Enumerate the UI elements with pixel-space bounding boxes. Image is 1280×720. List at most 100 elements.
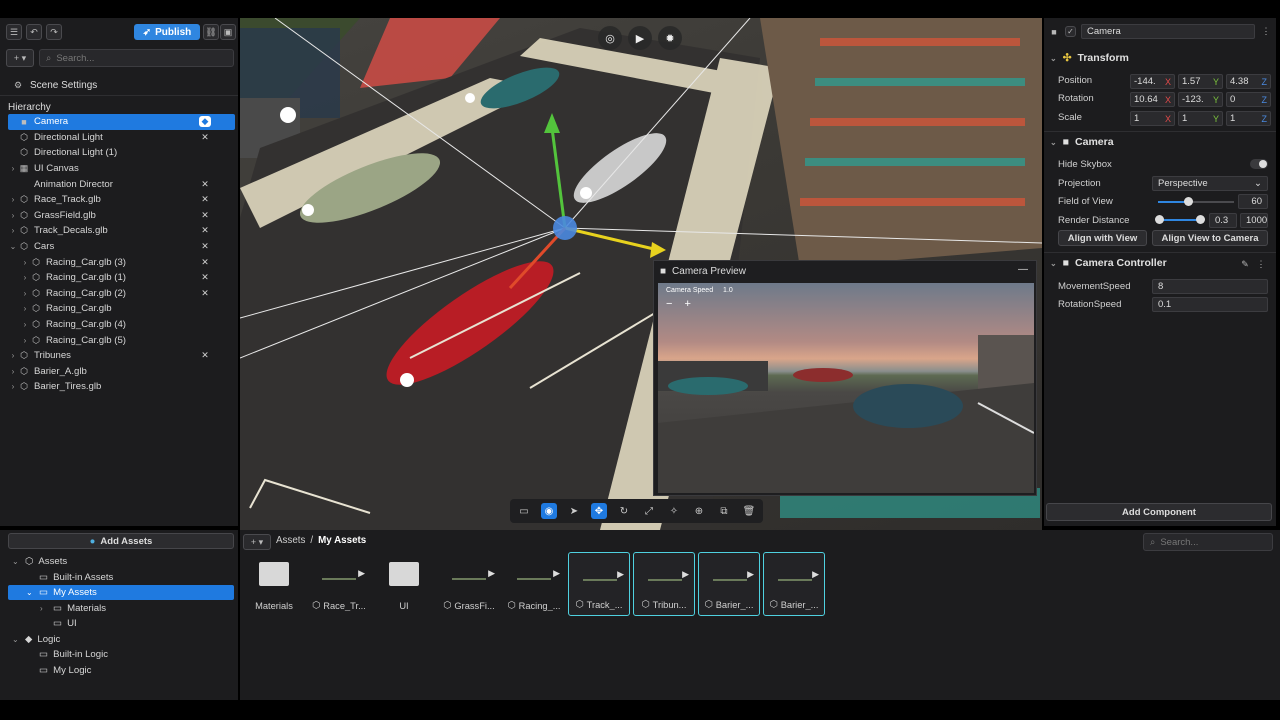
- asset-tree-item[interactable]: ▭ UI: [8, 616, 234, 631]
- asset-tile[interactable]: ▶ ⬡ GrassFi...: [438, 552, 500, 616]
- fov-slider-handle[interactable]: [1184, 197, 1193, 206]
- animation-icon[interactable]: ✕: [199, 288, 211, 299]
- preview-play-icon[interactable]: ▶: [682, 569, 689, 580]
- hide-skybox-toggle[interactable]: [1250, 159, 1268, 169]
- hierarchy-search-input[interactable]: ⌕ Search...: [39, 49, 234, 67]
- debug-icon[interactable]: ✹: [658, 26, 682, 50]
- camera-preview-window[interactable]: ■ Camera Preview — Camera Speed 1.0 −+: [653, 260, 1037, 496]
- animation-icon[interactable]: ✕: [199, 257, 211, 268]
- chevron-icon[interactable]: ⌄: [12, 635, 20, 644]
- chevron-icon[interactable]: ›: [20, 320, 30, 329]
- asset-tree-item[interactable]: ▭ Built-in Logic: [8, 647, 234, 662]
- duplicate-icon[interactable]: ⧉: [716, 503, 732, 519]
- hierarchy-item[interactable]: › ▦ UI Canvas: [8, 161, 235, 177]
- chevron-icon[interactable]: ⌄: [26, 588, 34, 597]
- preview-play-icon[interactable]: ▶: [553, 568, 560, 579]
- add-assets-button[interactable]: ● Add Assets: [8, 533, 234, 549]
- chevron-icon[interactable]: ›: [8, 382, 18, 391]
- chevron-icon[interactable]: ›: [20, 336, 30, 345]
- hierarchy-item[interactable]: › ⬡ Racing_Car.glb (3) ✕: [8, 254, 235, 270]
- camera-controller-header[interactable]: ⌄ ■ Camera Controller: [1050, 257, 1167, 269]
- position-x[interactable]: -144. X: [1130, 74, 1175, 89]
- redo-icon[interactable]: ↷: [46, 24, 62, 40]
- globe-icon[interactable]: ⊕: [691, 503, 707, 519]
- scale-y[interactable]: 1Y: [1178, 111, 1223, 126]
- hierarchy-item[interactable]: › ⬡ Barier_A.glb: [8, 364, 235, 380]
- breadcrumb-my-assets[interactable]: My Assets: [318, 535, 366, 546]
- movement-speed-input[interactable]: 8: [1152, 279, 1268, 294]
- hierarchy-item[interactable]: › ⬡ GrassField.glb ✕: [8, 208, 235, 224]
- chevron-icon[interactable]: ›: [8, 351, 18, 360]
- asset-tile[interactable]: ▶ ⬡ Barier_...: [763, 552, 825, 616]
- hierarchy-item[interactable]: ⌄ ⬡ Cars ✕: [8, 239, 235, 255]
- asset-tree-item[interactable]: ⌄ ⬡ Assets: [8, 554, 234, 569]
- rotation-y[interactable]: -123. Y: [1178, 92, 1223, 107]
- move-icon[interactable]: ✥: [591, 503, 607, 519]
- hierarchy-item[interactable]: ⬡ Directional Light ✕: [8, 130, 235, 146]
- chevron-icon[interactable]: ⌄: [8, 242, 18, 251]
- asset-tree-item[interactable]: ⌄ ▭ My Assets: [8, 585, 234, 600]
- render-near-input[interactable]: 0.3: [1209, 213, 1237, 228]
- asset-tree-item[interactable]: ▭ My Logic: [8, 663, 234, 678]
- more-icon[interactable]: ⋮: [1255, 258, 1267, 270]
- more-icon[interactable]: ⋮: [1260, 26, 1272, 38]
- rotation-speed-input[interactable]: 0.1: [1152, 297, 1268, 312]
- asset-tile[interactable]: ▶ ⬡ Race_Tr...: [308, 552, 370, 616]
- scene-settings-item[interactable]: ⚙ Scene Settings: [12, 78, 97, 92]
- scale-z[interactable]: 1Z: [1226, 111, 1271, 126]
- animation-icon[interactable]: ✕: [199, 194, 211, 205]
- animation-icon[interactable]: ✕: [199, 241, 211, 252]
- chevron-icon[interactable]: ›: [20, 289, 30, 298]
- hierarchy-item[interactable]: › ⬡ Racing_Car.glb (2) ✕: [8, 286, 235, 302]
- render-far-input[interactable]: 1000: [1240, 213, 1268, 228]
- hierarchy-item[interactable]: › ⬡ Racing_Car.glb (4): [8, 317, 235, 333]
- add-asset-button[interactable]: + ▾: [243, 534, 271, 550]
- breadcrumb-assets[interactable]: Assets: [276, 535, 305, 546]
- rotation-x[interactable]: 10.64 X: [1130, 92, 1175, 107]
- asset-tile[interactable]: ▶ ⬡ Barier_...: [698, 552, 760, 616]
- hierarchy-item[interactable]: › ⬡ Barier_Tires.glb: [8, 379, 235, 395]
- hierarchy-item[interactable]: Animation Director ✕: [8, 176, 235, 192]
- hierarchy-item[interactable]: › ⬡ Tribunes ✕: [8, 348, 235, 364]
- projection-select[interactable]: Perspective ⌄: [1152, 176, 1268, 191]
- select-icon[interactable]: ➤: [566, 503, 582, 519]
- animation-icon[interactable]: ✕: [199, 350, 211, 361]
- scale-icon[interactable]: ⤢: [641, 503, 657, 519]
- add-object-button[interactable]: + ▾: [6, 49, 34, 67]
- asset-search-input[interactable]: ⌕ Search...: [1143, 533, 1273, 551]
- menu-icon[interactable]: ☰: [6, 24, 22, 40]
- publish-button[interactable]: ➶ Publish: [134, 24, 200, 40]
- asset-tile[interactable]: ▶ ⬡ Racing_...: [503, 552, 565, 616]
- animation-icon[interactable]: ✕: [199, 132, 211, 143]
- object-name-field[interactable]: Camera: [1081, 24, 1255, 39]
- delete-icon[interactable]: 🗑: [741, 503, 757, 519]
- camera-component-header[interactable]: ⌄ ■ Camera: [1050, 136, 1114, 148]
- chevron-icon[interactable]: ›: [20, 258, 30, 267]
- play-icon[interactable]: ▶: [628, 26, 652, 50]
- render-near-handle[interactable]: [1155, 215, 1164, 224]
- logic-icon[interactable]: ◆: [199, 116, 211, 128]
- pivot-icon[interactable]: ✧: [666, 503, 682, 519]
- animation-icon[interactable]: ✕: [199, 272, 211, 283]
- animation-icon[interactable]: ✕: [199, 210, 211, 221]
- chevron-icon[interactable]: ›: [8, 211, 18, 220]
- active-checkbox[interactable]: ✓: [1065, 26, 1076, 37]
- chevron-icon[interactable]: ›: [8, 164, 18, 173]
- asset-tile[interactable]: ▶ ⬡ Tribun...: [633, 552, 695, 616]
- chevron-icon[interactable]: ›: [8, 226, 18, 235]
- camera-view-icon[interactable]: ◉: [541, 503, 557, 519]
- preview-play-icon[interactable]: ▶: [617, 569, 624, 580]
- chevron-icon[interactable]: ›: [20, 304, 30, 313]
- asset-tree-item[interactable]: ▭ Built-in Assets: [8, 570, 234, 585]
- animation-icon[interactable]: ✕: [199, 225, 211, 236]
- preview-play-icon[interactable]: ▶: [747, 569, 754, 580]
- hierarchy-item[interactable]: › ⬡ Racing_Car.glb (1) ✕: [8, 270, 235, 286]
- add-component-button[interactable]: Add Component: [1046, 503, 1272, 521]
- preview-play-icon[interactable]: ▶: [358, 568, 365, 579]
- position-z[interactable]: 4.38 Z: [1226, 74, 1271, 89]
- preview-play-icon[interactable]: ▶: [488, 568, 495, 579]
- hierarchy-item[interactable]: ⬡ Directional Light (1): [8, 145, 235, 161]
- rotate-icon[interactable]: ↻: [616, 503, 632, 519]
- chevron-icon[interactable]: ›: [40, 604, 48, 613]
- align-with-view-button[interactable]: Align with View: [1058, 230, 1147, 246]
